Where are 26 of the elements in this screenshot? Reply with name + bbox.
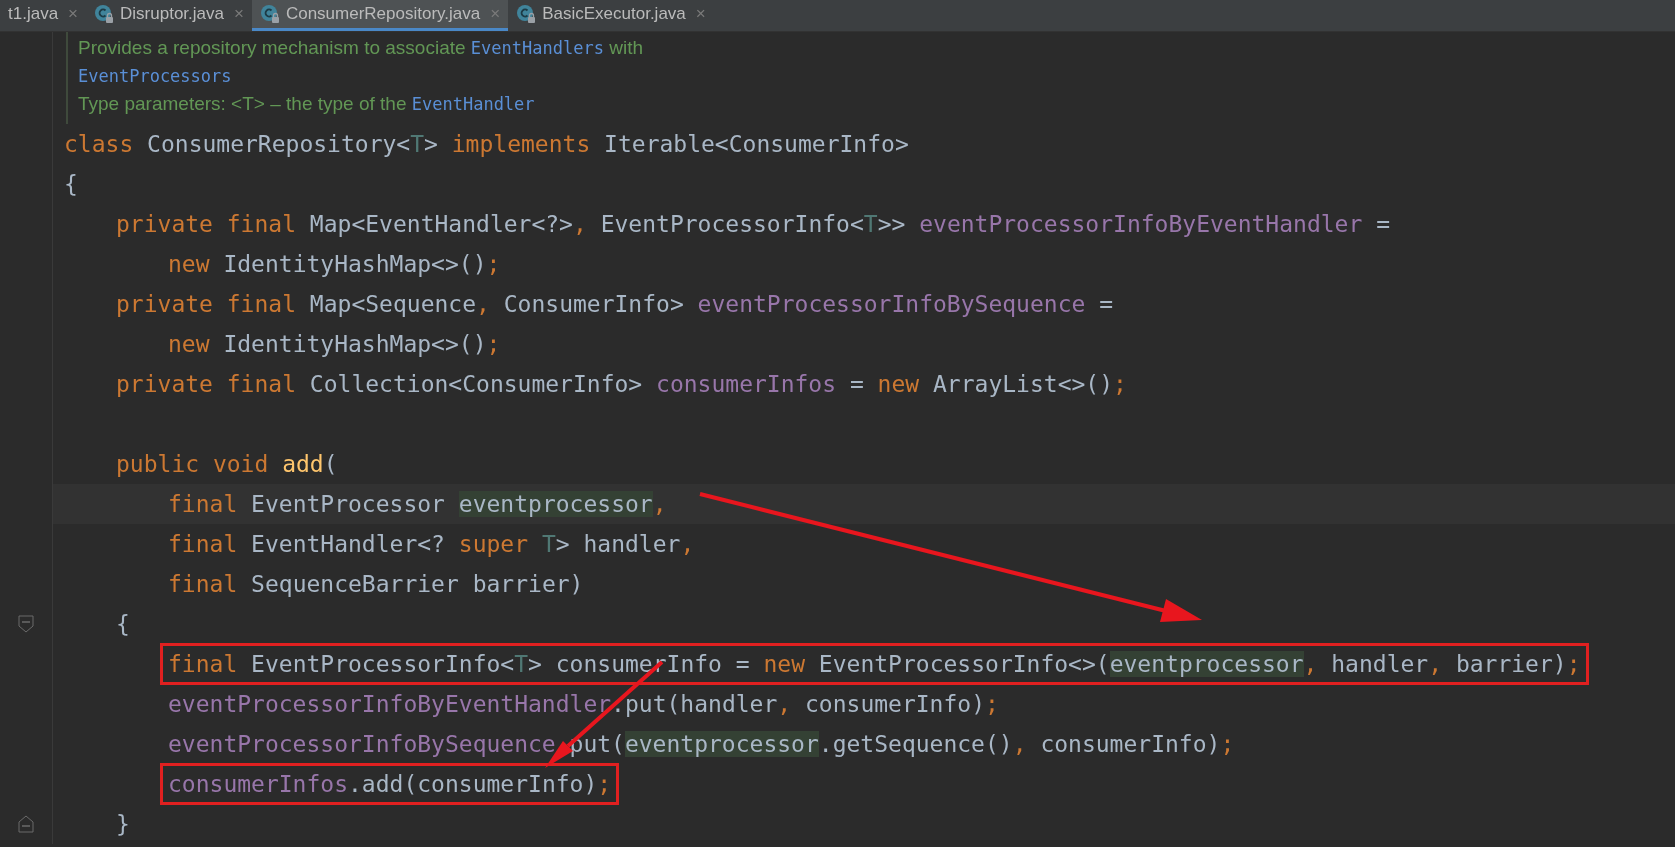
editor-tab[interactable]: t1.java × [0, 0, 87, 31]
code-line: private final Collection<ConsumerInfo> consumerInfos = new ArrayList<>(); [116, 370, 1127, 399]
code-line: new IdentityHashMap<>(); [168, 330, 501, 359]
code-line: final SequenceBarrier barrier) [168, 570, 584, 599]
doc-comment-line: EventProcessors [78, 65, 233, 88]
code-line: { [116, 610, 130, 639]
close-icon[interactable]: × [695, 1, 706, 27]
editor-tab[interactable]: BasicExecutor.java × [508, 0, 714, 31]
editor-tab[interactable]: ConsumerRepository.java × [251, 0, 509, 31]
code-line: eventProcessorInfoByEventHandler.put(handler, consumerInfo); [168, 690, 999, 719]
code-line: class ConsumerRepository<T> implements Iterable<ConsumerInfo> [64, 130, 909, 159]
code-line: private final Map<Sequence, ConsumerInfo> eventProcessorInfoBySequence = [116, 290, 1114, 319]
doc-comment-line: Type parameters: <T> – the type of the EventHandler [78, 92, 536, 116]
doc-comment-line: Provides a repository mechanism to associate EventHandlers with [78, 36, 643, 60]
code-line: public void add( [116, 450, 338, 479]
close-icon[interactable]: × [233, 1, 244, 27]
code-line: new IdentityHashMap<>(); [168, 250, 501, 279]
code-line: final EventProcessor eventprocessor, [168, 490, 667, 519]
fold-marker-icon[interactable] [18, 615, 34, 633]
editor-tab[interactable]: Disruptor.java × [86, 0, 252, 31]
code-line: } [116, 810, 130, 839]
close-icon[interactable]: × [68, 1, 79, 27]
code-line: { [64, 170, 78, 199]
code-line: private final Map<EventHandler<?>, EventProcessorInfo<T>> eventProcessorInfoByEventHandler = [116, 210, 1390, 239]
fold-marker-icon[interactable] [18, 815, 34, 833]
code-line: final EventHandler<? super T> handler, [168, 530, 695, 559]
